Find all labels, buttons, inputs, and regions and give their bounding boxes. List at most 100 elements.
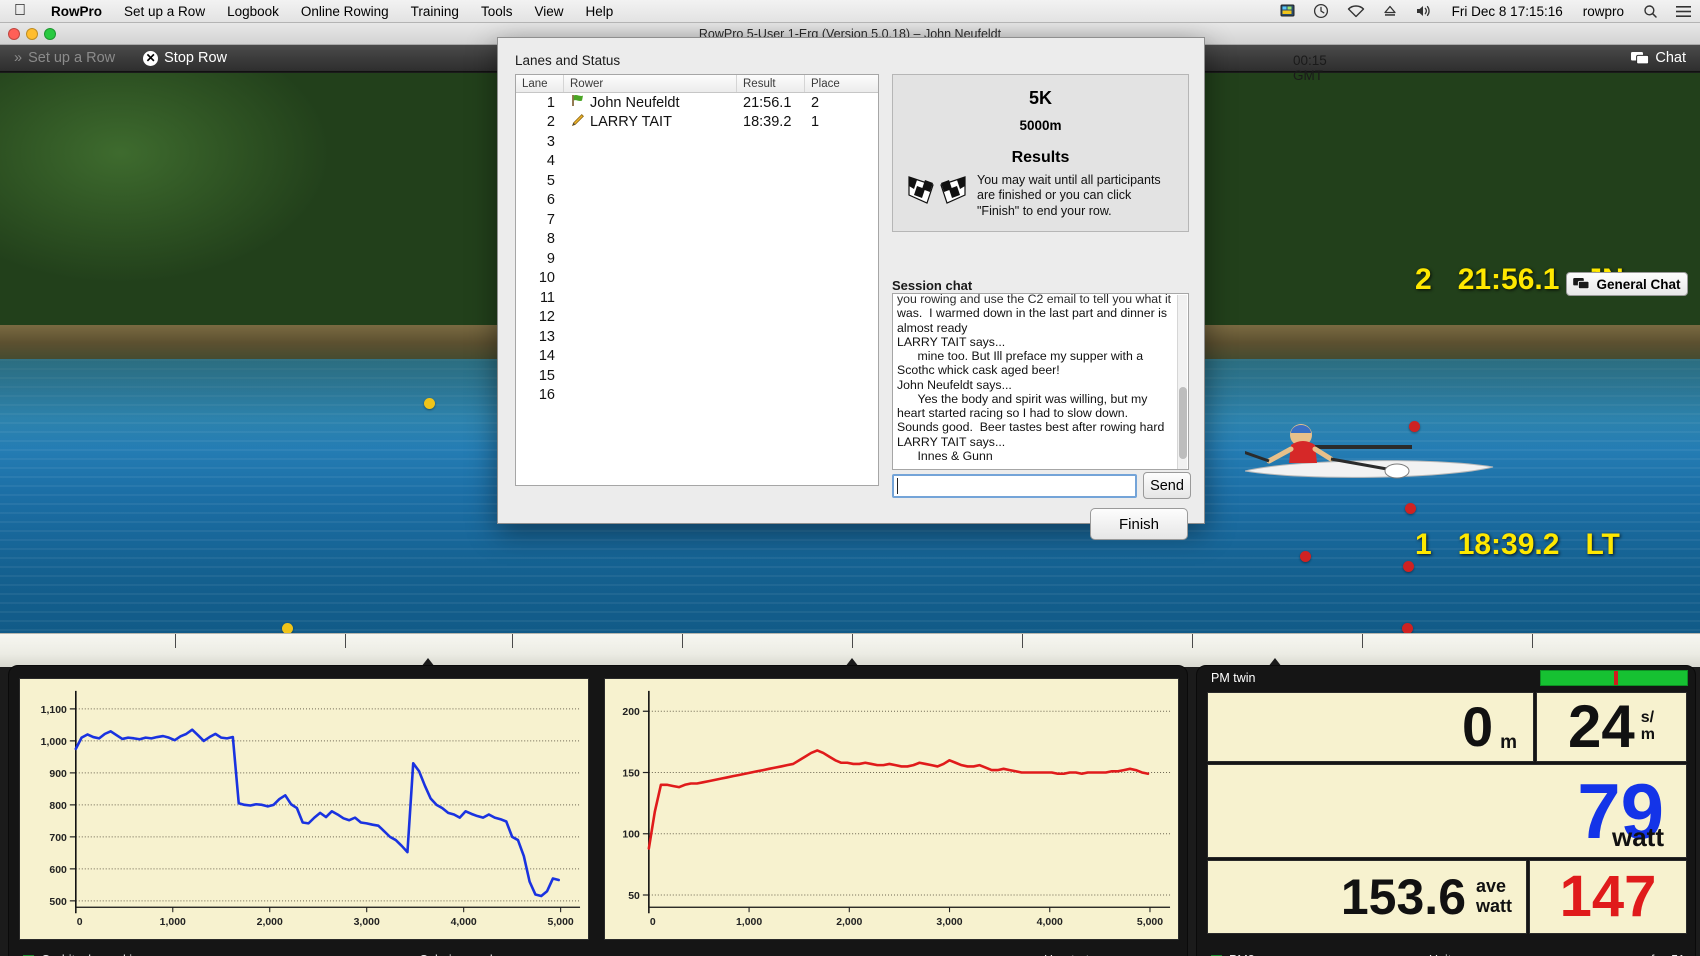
cell-rower: John Neufeldt [564,93,737,112]
toolbar-setup-row-label: Set up a Row [28,50,116,66]
menu-item-view[interactable]: View [523,4,574,19]
menu-item-help[interactable]: Help [575,4,625,19]
control-center-icon[interactable] [1667,5,1700,18]
eject-icon[interactable] [1374,4,1406,18]
cell-place: 2 [811,94,820,111]
cell-lane: 10 [538,270,555,287]
menu-item-online-rowing[interactable]: Online Rowing [290,4,400,19]
menu-item-tools[interactable]: Tools [470,4,524,19]
cell-lane: 3 [546,133,555,150]
table-row[interactable]: 11 [516,288,878,308]
pm-average-label-top: ave [1476,876,1507,897]
pm-twin-header: PM twin [1197,666,1695,690]
rower-boat-icon [1245,424,1494,479]
svg-text:2,000: 2,000 [836,917,862,928]
volume-icon[interactable] [1406,4,1442,18]
svg-text:50: 50 [628,891,640,902]
text-caret [897,478,898,494]
chat-line: Scothc whick cask aged beer! [897,363,1060,378]
table-row[interactable]: 10 [516,269,878,289]
menubar-user[interactable]: rowpro [1573,4,1634,19]
table-row[interactable]: 7 [516,210,878,230]
general-chat-button[interactable]: General Chat [1566,272,1688,296]
toolbar-stop-row-button[interactable]: ✕ Stop Row [129,50,241,66]
table-row[interactable]: 4 [516,152,878,172]
svg-text:100: 100 [622,830,640,841]
display-icon[interactable] [1271,4,1304,18]
session-chat-label: Session chat [892,278,973,293]
toolbar-chat-label: Chat [1655,50,1686,66]
menu-item-set-up-a-row[interactable]: Set up a Row [113,4,216,19]
svg-text:5,000: 5,000 [548,917,574,928]
results-instructions: You may wait until all participants are … [977,173,1161,218]
table-row[interactable]: 3 [516,132,878,152]
lanes-table[interactable]: Lane Rower Result Place 1 John Neufeldt 21… [515,74,879,486]
hud-initials: LT [1585,528,1620,561]
close-window-button[interactable] [8,28,20,40]
chat-input[interactable] [892,474,1137,498]
svg-text:1,100: 1,100 [41,705,67,716]
table-row[interactable]: 12 [516,308,878,328]
menu-item-training[interactable]: Training [400,4,470,19]
svg-text:3,000: 3,000 [354,917,380,928]
green-flag-icon [570,93,585,112]
pm-footer: PM3 Units » fps:51 [1197,946,1695,956]
cell-lane: 8 [546,231,555,248]
pm-twin-title: PM twin [1211,671,1256,685]
svg-text:900: 900 [49,769,67,780]
table-row[interactable]: 14 [516,347,878,367]
course-ruler [0,633,1700,667]
table-row[interactable]: 2 LARRY TAIT 18:39.2 1 [516,113,878,133]
send-button[interactable]: Send [1143,472,1191,499]
zoom-window-button[interactable] [44,28,56,40]
apple-icon[interactable]:  [14,3,26,19]
cell-lane: 1 [546,94,555,111]
pm-average-cell: 153.6 ave watt [1207,860,1527,934]
svg-text:2,000: 2,000 [257,917,283,928]
table-row[interactable]: 5 [516,171,878,191]
table-row[interactable]: 15 [516,366,878,386]
heartrate-chart: 50 100 150 200 0 1,000 2,000 3,000 4,000 5,000 [604,678,1179,940]
session-chat-log[interactable]: you rowing and use the C2 email to tell … [892,293,1189,470]
table-row[interactable]: 6 [516,191,878,211]
menu-item-logbook[interactable]: Logbook [216,4,290,19]
toolbar-chat-button[interactable]: Chat [1617,50,1700,66]
toolbar-setup-row-button[interactable]: » Set up a Row [0,50,129,66]
chat-scrollbar-thumb[interactable] [1179,387,1187,459]
pm-watt-cell: 79 watt [1207,764,1687,858]
table-row[interactable]: 1 John Neufeldt 21:56.1 2 [516,93,878,113]
cell-lane: 5 [546,172,555,189]
svg-text:1,000: 1,000 [160,917,186,928]
svg-text:1,000: 1,000 [41,737,67,748]
wifi-icon[interactable] [1338,4,1374,18]
chat-line: Yes the body and spirit was willing, but… [897,391,1148,406]
window-controls[interactable] [8,28,56,40]
table-row[interactable]: 8 [516,230,878,250]
cell-lane: 16 [538,387,555,404]
pm-watt-label: watt [1612,822,1664,852]
cell-place: 1 [811,114,820,131]
minimize-window-button[interactable] [26,28,38,40]
lanes-and-status-title: Lanes and Status [515,53,621,68]
menubar-clock[interactable]: Fri Dec 8 17:15:16 [1442,4,1573,19]
cell-lane: 9 [546,250,555,267]
svg-text:4,000: 4,000 [1037,917,1063,928]
time-machine-icon[interactable] [1304,3,1338,19]
menu-item-rowpro[interactable]: RowPro [40,4,113,19]
svg-text:500: 500 [49,897,67,908]
cell-result: 18:39.2 [743,114,792,131]
chat-line: LARRY TAIT says... [897,434,1006,449]
search-icon[interactable] [1634,4,1667,19]
pm-rate-unit-top: s/ [1640,709,1655,727]
table-row[interactable]: 16 [516,386,878,406]
cell-lane: 15 [538,367,555,384]
finish-button[interactable]: Finish [1090,508,1188,540]
checkered-flags-icon [907,173,967,212]
cell-rower: LARRY TAIT [564,113,737,132]
table-row[interactable]: 13 [516,327,878,347]
table-row[interactable]: 9 [516,249,878,269]
calories-per-hour-chart: 500 600 700 800 900 1,000 1,100 0 1,000 2,000 3,00… [19,678,589,940]
column-header-result: Result [737,75,805,92]
chat-lines: you rowing and use the C2 email to tell … [897,294,1185,463]
chat-scrollbar[interactable] [1177,295,1187,469]
